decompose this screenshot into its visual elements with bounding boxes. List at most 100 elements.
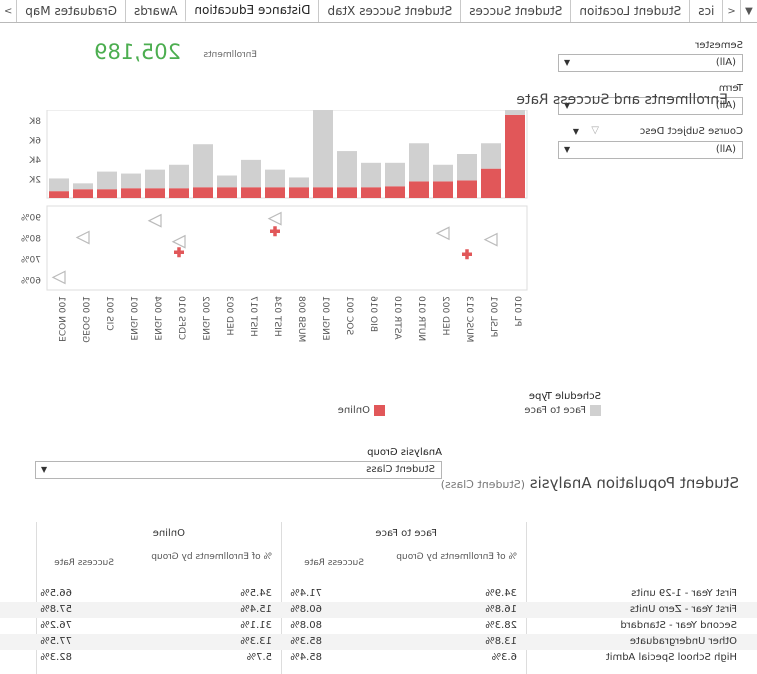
analysis-group-label: Analysis Group bbox=[367, 447, 442, 458]
semester-filter-value: (All) bbox=[715, 57, 736, 68]
row-label: High School Special Admit bbox=[605, 652, 737, 663]
bar-face-to-face bbox=[433, 164, 453, 182]
tab-graduates-map[interactable]: Graduates Map bbox=[16, 0, 125, 22]
point-online bbox=[270, 226, 280, 237]
bar-face-to-face bbox=[97, 171, 117, 190]
course-subject-filter-value: (All) bbox=[715, 144, 736, 155]
point-face-to-face bbox=[483, 232, 498, 247]
cell: 80.8% bbox=[290, 620, 322, 631]
bar-face-to-face bbox=[193, 144, 213, 188]
x-tick-label: HED 002 bbox=[440, 296, 450, 335]
bar-face-to-face bbox=[49, 178, 69, 192]
tab-student-location[interactable]: Student Location bbox=[570, 0, 690, 22]
row-label: First Year - 1-29 units bbox=[631, 588, 737, 599]
bar-face-to-face bbox=[265, 169, 285, 188]
table-row: Other Undergraduate 13.8% 85.3% 13.3% 77… bbox=[0, 634, 757, 650]
bar-online bbox=[193, 187, 213, 198]
x-tick-label: ENGL 004 bbox=[152, 296, 162, 341]
cell: 16.8% bbox=[485, 604, 517, 615]
point-face-to-face bbox=[75, 230, 90, 245]
x-tick-label: CDFS 010 bbox=[176, 296, 186, 340]
x-tick-label: PLSL 001 bbox=[488, 296, 498, 337]
tab-scroll-left-button[interactable]: ▼ bbox=[739, 0, 757, 22]
tab-ics[interactable]: ics bbox=[689, 0, 723, 22]
bar-online bbox=[505, 114, 525, 198]
bar-online bbox=[433, 181, 453, 198]
chevron-down-icon: ▼ bbox=[564, 145, 571, 154]
x-tick-label: SOC 001 bbox=[344, 296, 354, 335]
cell: 15.4% bbox=[240, 604, 272, 615]
table-row: First Year - 1-29 units 34.9% 71.4% 34.5… bbox=[0, 586, 757, 602]
filter-funnel-icon[interactable]: ▽ bbox=[591, 125, 599, 136]
x-tick-label: GEOG 001 bbox=[80, 296, 90, 343]
group-header-online: Online bbox=[152, 528, 185, 539]
y-tick-label: 2K bbox=[28, 175, 41, 185]
tab-student-succes-xtab[interactable]: Student Succes Xtab bbox=[318, 0, 461, 22]
x-tick-label: HED 003 bbox=[224, 296, 234, 335]
bar-face-to-face bbox=[385, 162, 405, 187]
tab-prev-button[interactable]: < bbox=[722, 0, 740, 22]
tab-distance-education[interactable]: Distance Education bbox=[185, 0, 319, 22]
x-tick-label: ENGL 001 bbox=[128, 296, 138, 340]
bar-online bbox=[217, 187, 237, 198]
analysis-group-value: Student Class bbox=[366, 464, 435, 475]
x-tick-label: NUTR 010 bbox=[416, 296, 426, 341]
row-label: First Year - Zero Units bbox=[629, 604, 737, 615]
legend-item-face-to-face[interactable]: Face to Face bbox=[524, 405, 601, 416]
cell: 85.4% bbox=[290, 652, 322, 663]
dashboard: ▼ < ics Student Location Student Succes … bbox=[0, 0, 757, 674]
tab-awards[interactable]: Awards bbox=[124, 0, 186, 22]
bar-online bbox=[481, 168, 501, 198]
y-tick-label: 4K bbox=[28, 156, 41, 166]
bar-face-to-face bbox=[73, 183, 93, 190]
x-tick-label: CIS 001 bbox=[104, 296, 114, 331]
legend-label: Face to Face bbox=[524, 405, 586, 416]
cell: 28.3% bbox=[485, 620, 517, 631]
col-header-ftf-success: Success Rate bbox=[304, 558, 364, 568]
bar-online bbox=[145, 188, 165, 198]
bar-online bbox=[313, 187, 333, 198]
y-tick-label: 70% bbox=[21, 256, 41, 266]
bar-face-to-face bbox=[481, 143, 501, 169]
semester-filter-label: Semester bbox=[695, 40, 743, 51]
population-subtitle: (Student Class) bbox=[440, 478, 526, 491]
x-tick-label: PL 010 bbox=[512, 296, 522, 327]
bar-face-to-face bbox=[313, 110, 333, 188]
point-face-to-face bbox=[51, 270, 66, 285]
bar-online bbox=[73, 189, 93, 198]
bar-online bbox=[337, 187, 357, 198]
tab-next-button[interactable]: > bbox=[0, 0, 16, 22]
bar-face-to-face bbox=[169, 164, 189, 189]
row-label: Second Year - Standard bbox=[620, 620, 737, 631]
y-tick-label: 60% bbox=[21, 277, 41, 287]
x-tick-label: ASTR 010 bbox=[392, 296, 402, 340]
course-subject-filter-dropdown[interactable]: (All) ▼ bbox=[558, 141, 743, 159]
point-face-to-face bbox=[435, 226, 450, 241]
chevron-down-icon: ▼ bbox=[41, 465, 48, 474]
filter-menu-icon[interactable]: ▼ bbox=[573, 127, 579, 136]
legend-label: Online bbox=[337, 405, 370, 416]
table-row: Second Year - Standard 28.3% 80.8% 31.1%… bbox=[0, 618, 757, 634]
analysis-group-dropdown[interactable]: Student Class ▼ bbox=[35, 461, 442, 479]
bar-face-to-face bbox=[289, 177, 309, 188]
bar-online bbox=[385, 186, 405, 198]
legend-item-online[interactable]: Online bbox=[338, 405, 385, 416]
x-tick-label: MUSB 008 bbox=[296, 296, 306, 343]
semester-filter-dropdown[interactable]: (All) ▼ bbox=[558, 54, 743, 72]
x-tick-label: HIST 034 bbox=[272, 296, 282, 337]
legend-swatch bbox=[374, 405, 385, 416]
enrollments-kpi-value: 205,189 bbox=[94, 40, 181, 64]
bar-face-to-face bbox=[145, 169, 165, 189]
tab-student-succes[interactable]: Student Succes bbox=[460, 0, 571, 22]
cell: 71.4% bbox=[290, 588, 322, 599]
cell: 6.3% bbox=[491, 652, 517, 663]
col-header-ftf-pct: % of Enrollments by Group bbox=[396, 552, 517, 562]
enrollments-plot-frame bbox=[46, 110, 528, 199]
cell: 31.1% bbox=[240, 620, 272, 631]
y-axis-label: Enrollments bbox=[17, 127, 18, 181]
bar-online bbox=[241, 187, 261, 198]
y-axis-label: Success Rate bbox=[17, 218, 18, 278]
x-tick-label: BIO 016 bbox=[368, 296, 378, 332]
bar-online bbox=[265, 187, 285, 198]
bar-face-to-face bbox=[121, 173, 141, 189]
